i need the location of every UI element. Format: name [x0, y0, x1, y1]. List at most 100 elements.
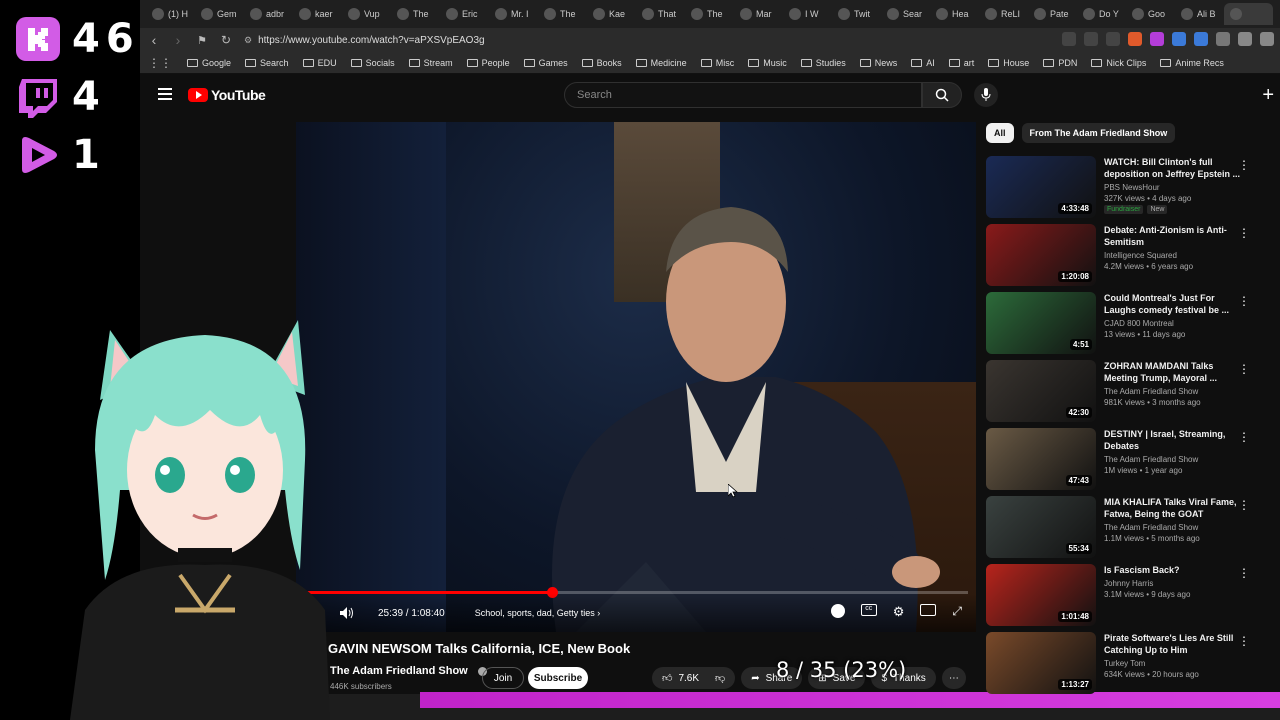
- recommendation-title[interactable]: WATCH: Bill Clinton's full deposition on…: [1104, 156, 1242, 180]
- recommendation-title[interactable]: Is Fascism Back?: [1104, 564, 1242, 576]
- recommendation-item[interactable]: 47:43 DESTINY | Israel, Streaming, Debate…: [986, 428, 1256, 496]
- bookmark-item[interactable]: Medicine: [631, 58, 692, 68]
- browser-tab[interactable]: That: [636, 3, 685, 25]
- browser-tab[interactable]: The: [391, 3, 440, 25]
- more-options-icon[interactable]: ⋮: [1238, 294, 1250, 308]
- video-thumbnail[interactable]: 1:01:48: [986, 564, 1096, 626]
- bookmark-item[interactable]: Games: [519, 58, 573, 68]
- menu-icon[interactable]: [158, 88, 172, 100]
- url-field[interactable]: ⚙ https://www.youtube.com/watch?v=aPXSVp…: [244, 35, 485, 46]
- theater-mode-icon[interactable]: [920, 604, 937, 616]
- grid-icon[interactable]: [1260, 32, 1274, 46]
- bookmark-item[interactable]: Nick Clips: [1086, 58, 1151, 68]
- recommendation-channel[interactable]: The Adam Friedland Show: [1104, 455, 1242, 464]
- video-thumbnail[interactable]: 1:20:08: [986, 224, 1096, 286]
- share-icon[interactable]: [1084, 32, 1098, 46]
- recommendation-item[interactable]: 1:20:08 Debate: Anti-Zionism is Anti-Semi…: [986, 224, 1256, 292]
- cast-icon[interactable]: [1062, 32, 1076, 46]
- browser-tab[interactable]: Gem: [195, 3, 244, 25]
- recommendation-item[interactable]: 55:34 MIA KHALIFA Talks Viral Fame, Fatwa…: [986, 496, 1256, 564]
- recommendation-channel[interactable]: Johnny Harris: [1104, 579, 1242, 588]
- site-info-icon[interactable]: ⚙: [244, 35, 252, 46]
- browser-tab[interactable]: Pate: [1028, 3, 1077, 25]
- browser-tab[interactable]: Ali B: [1175, 3, 1224, 25]
- recommendation-channel[interactable]: Turkey Tom: [1104, 659, 1242, 668]
- more-options-icon[interactable]: ⋮: [1238, 158, 1250, 172]
- back-icon[interactable]: ‹: [144, 30, 164, 50]
- settings-icon[interactable]: ⚙: [893, 604, 905, 620]
- bookmark-item[interactable]: Stream: [404, 58, 458, 68]
- bookmark-icon[interactable]: ⚑: [192, 30, 212, 50]
- chip-all[interactable]: All: [986, 123, 1014, 143]
- recommendation-channel[interactable]: CJAD 800 Montreal: [1104, 319, 1242, 328]
- captions-icon[interactable]: cc: [860, 604, 877, 616]
- brave-shield-icon[interactable]: [1128, 32, 1142, 46]
- thumbs-down-icon[interactable]: 👎︎: [715, 672, 725, 684]
- bookmark-item[interactable]: Misc: [696, 58, 740, 68]
- bookmark-item[interactable]: Music: [743, 58, 792, 68]
- extension-icon[interactable]: [1172, 32, 1186, 46]
- apps-icon[interactable]: ⋮⋮: [148, 56, 172, 70]
- bookmark-item[interactable]: House: [983, 58, 1034, 68]
- more-options-icon[interactable]: ⋮: [1238, 566, 1250, 580]
- bookmark-item[interactable]: AI: [906, 58, 940, 68]
- recommendation-title[interactable]: DESTINY | Israel, Streaming, Debates: [1104, 428, 1242, 452]
- video-thumbnail[interactable]: 4:33:48: [986, 156, 1096, 218]
- voice-search-button[interactable]: [974, 83, 998, 107]
- search-input[interactable]: Search: [564, 82, 922, 108]
- recommendation-title[interactable]: ZOHRAN MAMDANI Talks Meeting Trump, Mayo…: [1104, 360, 1242, 384]
- browser-tab[interactable]: Kae: [587, 3, 636, 25]
- recommendation-title[interactable]: Pirate Software's Lies Are Still Catchin…: [1104, 632, 1242, 656]
- browser-tab[interactable]: Hea: [930, 3, 979, 25]
- browser-tab[interactable]: Eric: [440, 3, 489, 25]
- bookmark-item[interactable]: People: [462, 58, 515, 68]
- bookmark-item[interactable]: Books: [577, 58, 627, 68]
- more-options-icon[interactable]: ⋮: [1238, 634, 1250, 648]
- browser-tab[interactable]: adbr: [244, 3, 293, 25]
- extension-icon[interactable]: [1216, 32, 1230, 46]
- youtube-logo[interactable]: YouTube: [188, 87, 266, 103]
- recommendation-item[interactable]: 4:51 Could Montreal's Just For Laughs com…: [986, 292, 1256, 360]
- join-button[interactable]: Join: [482, 667, 524, 689]
- browser-tab[interactable]: Do Y: [1077, 3, 1126, 25]
- bookmark-item[interactable]: Studies: [796, 58, 851, 68]
- chapter-button[interactable]: School, sports, dad, Getty ties ›: [475, 608, 601, 618]
- recommendation-title[interactable]: Debate: Anti-Zionism is Anti-Semitism: [1104, 224, 1242, 248]
- recommendation-item[interactable]: 1:01:48 Is Fascism Back? Johnny Harris 3.1M…: [986, 564, 1256, 632]
- more-options-icon[interactable]: ⋮: [1238, 226, 1250, 240]
- recommendation-title[interactable]: Could Montreal's Just For Laughs comedy …: [1104, 292, 1242, 316]
- recommendation-item[interactable]: 4:33:48 WATCH: Bill Clinton's full deposi…: [986, 156, 1256, 224]
- browser-tab[interactable]: Twit: [832, 3, 881, 25]
- more-options-icon[interactable]: ⋮: [1238, 498, 1250, 512]
- recommendation-channel[interactable]: The Adam Friedland Show: [1104, 387, 1242, 396]
- video-thumbnail[interactable]: 55:34: [986, 496, 1096, 558]
- browser-tab[interactable]: Goo: [1126, 3, 1175, 25]
- search-button[interactable]: [922, 82, 962, 108]
- bookmark-item[interactable]: Anime Recs: [1155, 58, 1229, 68]
- recommendation-channel[interactable]: PBS NewsHour: [1104, 183, 1242, 192]
- like-button[interactable]: 👍︎ 7.6K 👎︎: [652, 667, 736, 689]
- more-options-icon[interactable]: ⋮: [1238, 362, 1250, 376]
- recommendation-item[interactable]: 42:30 ZOHRAN MAMDANI Talks Meeting Trump,…: [986, 360, 1256, 428]
- video-thumbnail[interactable]: 4:51: [986, 292, 1096, 354]
- browser-tab[interactable]: Mr. I: [489, 3, 538, 25]
- bookmark-item[interactable]: Socials: [346, 58, 400, 68]
- recommendation-title[interactable]: MIA KHALIFA Talks Viral Fame, Fatwa, Bei…: [1104, 496, 1242, 520]
- volume-icon[interactable]: [338, 604, 356, 622]
- recommendation-item[interactable]: 1:13:27 Pirate Software's Lies Are Still …: [986, 632, 1256, 700]
- more-options-icon[interactable]: ⋮: [1238, 430, 1250, 444]
- browser-tab[interactable]: Mar: [734, 3, 783, 25]
- browser-tab[interactable]: Vup: [342, 3, 391, 25]
- browser-tab[interactable]: I W: [783, 3, 832, 25]
- star-icon[interactable]: [1106, 32, 1120, 46]
- forward-icon[interactable]: ›: [168, 30, 188, 50]
- browser-tab[interactable]: (1) H: [146, 3, 195, 25]
- bookmark-item[interactable]: News: [855, 58, 903, 68]
- bookmark-item[interactable]: Search: [240, 58, 294, 68]
- video-thumbnail[interactable]: 42:30: [986, 360, 1096, 422]
- channel-name[interactable]: The Adam Friedland Show: [330, 665, 468, 677]
- brave-rewards-icon[interactable]: [1150, 32, 1164, 46]
- video-player[interactable]: 25:39 / 1:08:40 School, sports, dad, Get…: [296, 122, 976, 632]
- bookmark-item[interactable]: Google: [182, 58, 236, 68]
- video-thumbnail[interactable]: 47:43: [986, 428, 1096, 490]
